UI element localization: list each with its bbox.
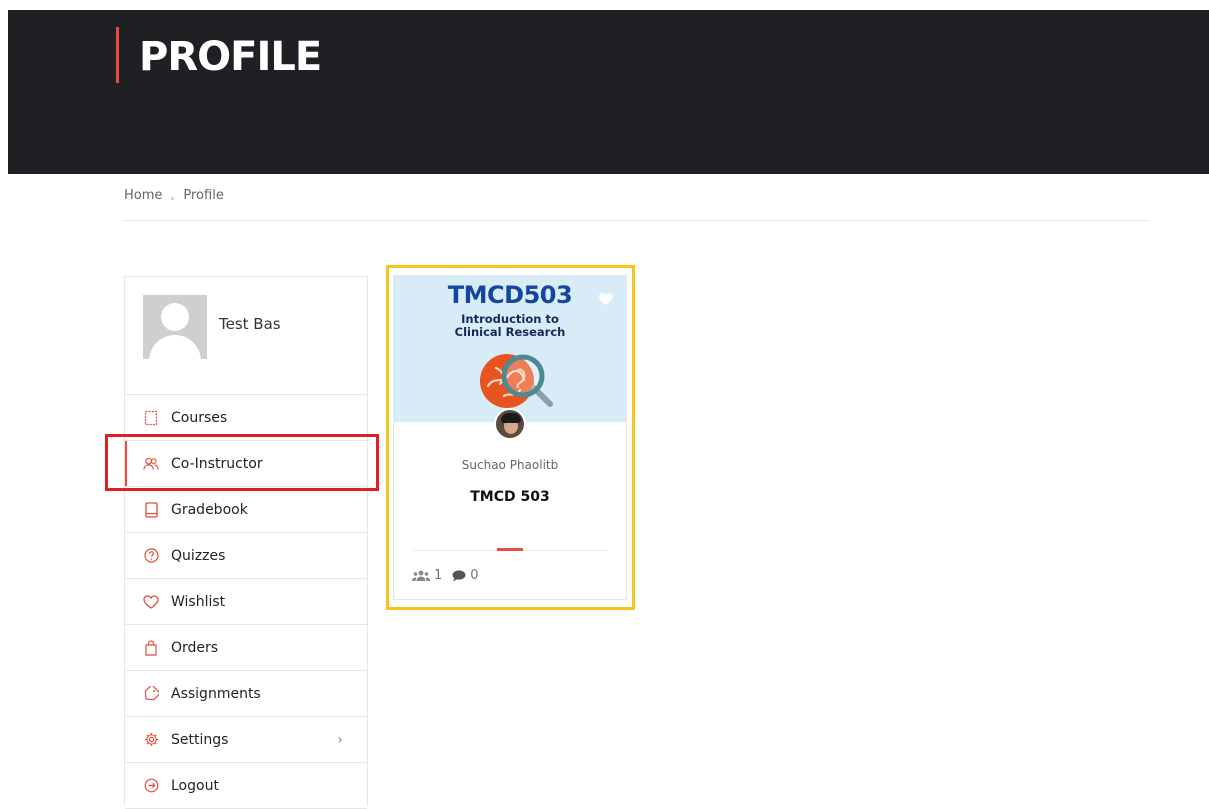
tag-icon	[143, 685, 159, 702]
header-accent-bar	[116, 27, 119, 83]
sidebar-item-label: Courses	[171, 409, 228, 426]
logout-icon	[143, 778, 159, 794]
sidebar-item-logout[interactable]: Logout	[125, 763, 367, 809]
instructor-name[interactable]: Suchao Phaolitb	[394, 458, 626, 472]
course-title[interactable]: TMCD 503	[394, 489, 626, 505]
course-stats: 1 0	[412, 568, 489, 583]
sidebar-item-quizzes[interactable]: Quizzes	[125, 533, 367, 579]
book-icon	[143, 501, 159, 518]
sidebar-item-label: Settings	[171, 731, 229, 748]
sidebar-item-gradebook[interactable]: Gradebook	[125, 487, 367, 533]
instructor-avatar[interactable]	[494, 408, 526, 440]
heart-icon	[143, 594, 159, 610]
course-card[interactable]: TMCD503 Introduction to Clinical Researc…	[393, 275, 627, 600]
breadcrumb: Home Profile	[124, 188, 224, 203]
avatar	[143, 295, 207, 359]
co-instructor-highlight	[105, 434, 379, 491]
sidebar-item-wishlist[interactable]: Wishlist	[125, 579, 367, 625]
comment-icon	[452, 569, 466, 581]
thumbnail-subtitle: Introduction to Clinical Research	[394, 313, 626, 339]
sidebar-item-label: Orders	[171, 639, 219, 656]
thumbnail-subtitle-line: Clinical Research	[454, 325, 566, 339]
breadcrumb-divider	[124, 220, 1148, 221]
user-name: Test Bas	[219, 315, 281, 333]
shopping-bag-icon	[143, 639, 159, 656]
profile-sidebar: Test Bas Courses Co-Instructor Gradebook…	[124, 276, 368, 809]
sidebar-item-label: Gradebook	[171, 501, 248, 518]
breadcrumb-separator	[171, 197, 175, 200]
sidebar-item-label: Wishlist	[171, 593, 226, 610]
sidebar-item-label: Assignments	[171, 685, 261, 702]
students-icon	[412, 570, 430, 581]
user-summary: Test Bas	[125, 277, 367, 395]
thumbnail-course-code: TMCD503	[447, 281, 573, 309]
comments-count: 0	[470, 568, 479, 583]
breadcrumb-current: Profile	[183, 188, 224, 203]
wishlist-heart-icon[interactable]	[598, 292, 614, 306]
students-count: 1	[434, 568, 443, 583]
sidebar-item-settings[interactable]: Settings ›	[125, 717, 367, 763]
course-thumbnail[interactable]: TMCD503 Introduction to Clinical Researc…	[394, 276, 626, 422]
sidebar-item-label: Quizzes	[171, 547, 226, 564]
breadcrumb-home-link[interactable]: Home	[124, 188, 162, 203]
courses-icon	[143, 410, 159, 426]
gear-icon	[143, 732, 159, 748]
clinical-research-illustration-icon	[480, 354, 553, 408]
question-circle-icon	[143, 548, 159, 564]
page-title: PROFILE	[139, 34, 322, 80]
chevron-right-icon: ›	[337, 731, 343, 748]
card-divider-accent	[497, 548, 523, 551]
sidebar-item-label: Logout	[171, 777, 219, 794]
sidebar-item-assignments[interactable]: Assignments	[125, 671, 367, 717]
sidebar-item-orders[interactable]: Orders	[125, 625, 367, 671]
